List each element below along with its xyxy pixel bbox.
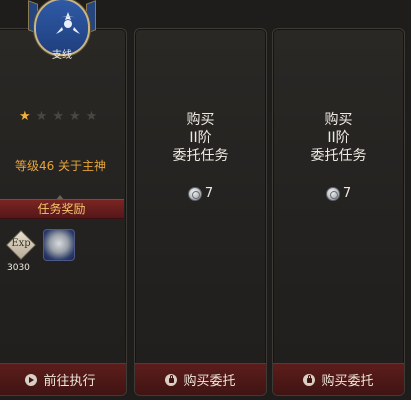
emblem-banner: 支线	[34, 0, 90, 61]
bag-icon	[303, 373, 316, 386]
star-empty-icon: ★	[68, 109, 81, 124]
star-empty-icon: ★	[52, 109, 64, 124]
buy-commission-card: 购买 II阶 委托任务 7 购买委托	[272, 28, 405, 396]
quest-type-emblem: 支线	[28, 0, 96, 64]
rating-stars: ★ ★ ★ ★ ★	[19, 110, 97, 123]
buy-commission-button[interactable]: 购买委托	[135, 363, 266, 395]
buy-line: 购买	[324, 112, 353, 128]
star-empty-icon: ★	[85, 109, 98, 124]
buy-description: 购买 II阶 委托任务	[135, 111, 266, 165]
quest-card-side: ★ ★ ★ ★ ★ 等级46 关于主神 任务奖励 Exp 3030 前往执行	[0, 28, 127, 396]
go-execute-label: 前往执行	[43, 374, 96, 389]
go-execute-button[interactable]: 前往执行	[0, 363, 126, 395]
bag-icon	[165, 373, 178, 386]
buy-commission-card: 购买 II阶 委托任务 7 购买委托	[134, 28, 267, 396]
cost-display: 7	[273, 186, 404, 201]
play-icon	[25, 373, 38, 386]
cost-value: 7	[204, 186, 214, 201]
star-empty-icon: ★	[35, 109, 48, 124]
triskelion-icon	[56, 12, 80, 34]
exp-label: Exp	[11, 238, 31, 249]
buy-line: 购买	[186, 112, 215, 128]
buy-line: 委托任务	[310, 148, 367, 164]
buy-description: 购买 II阶 委托任务	[273, 111, 404, 165]
buy-commission-label: 购买委托	[321, 374, 374, 389]
reward-header: 任务奖励	[0, 199, 124, 219]
reward-list: Exp	[5, 229, 75, 261]
exp-count: 3030	[7, 263, 30, 273]
buy-line: II阶	[327, 130, 350, 146]
buy-line: 委托任务	[172, 148, 229, 164]
coin-icon	[325, 186, 340, 201]
armor-icon	[43, 229, 75, 261]
buy-commission-label: 购买委托	[183, 374, 236, 389]
star-filled-icon: ★	[19, 109, 31, 124]
emblem-label: 支线	[52, 50, 72, 61]
reward-exp[interactable]: Exp	[5, 229, 37, 261]
buy-commission-button[interactable]: 购买委托	[273, 363, 404, 395]
quest-panel: ★ ★ ★ ★ ★ 等级46 关于主神 任务奖励 Exp 3030 前往执行 支…	[0, 0, 411, 400]
cost-display: 7	[135, 186, 266, 201]
buy-line: II阶	[189, 130, 212, 146]
reward-armor[interactable]	[43, 229, 75, 261]
coin-icon	[187, 186, 202, 201]
cost-value: 7	[342, 186, 352, 201]
quest-level-title: 等级46 关于主神	[14, 159, 107, 173]
